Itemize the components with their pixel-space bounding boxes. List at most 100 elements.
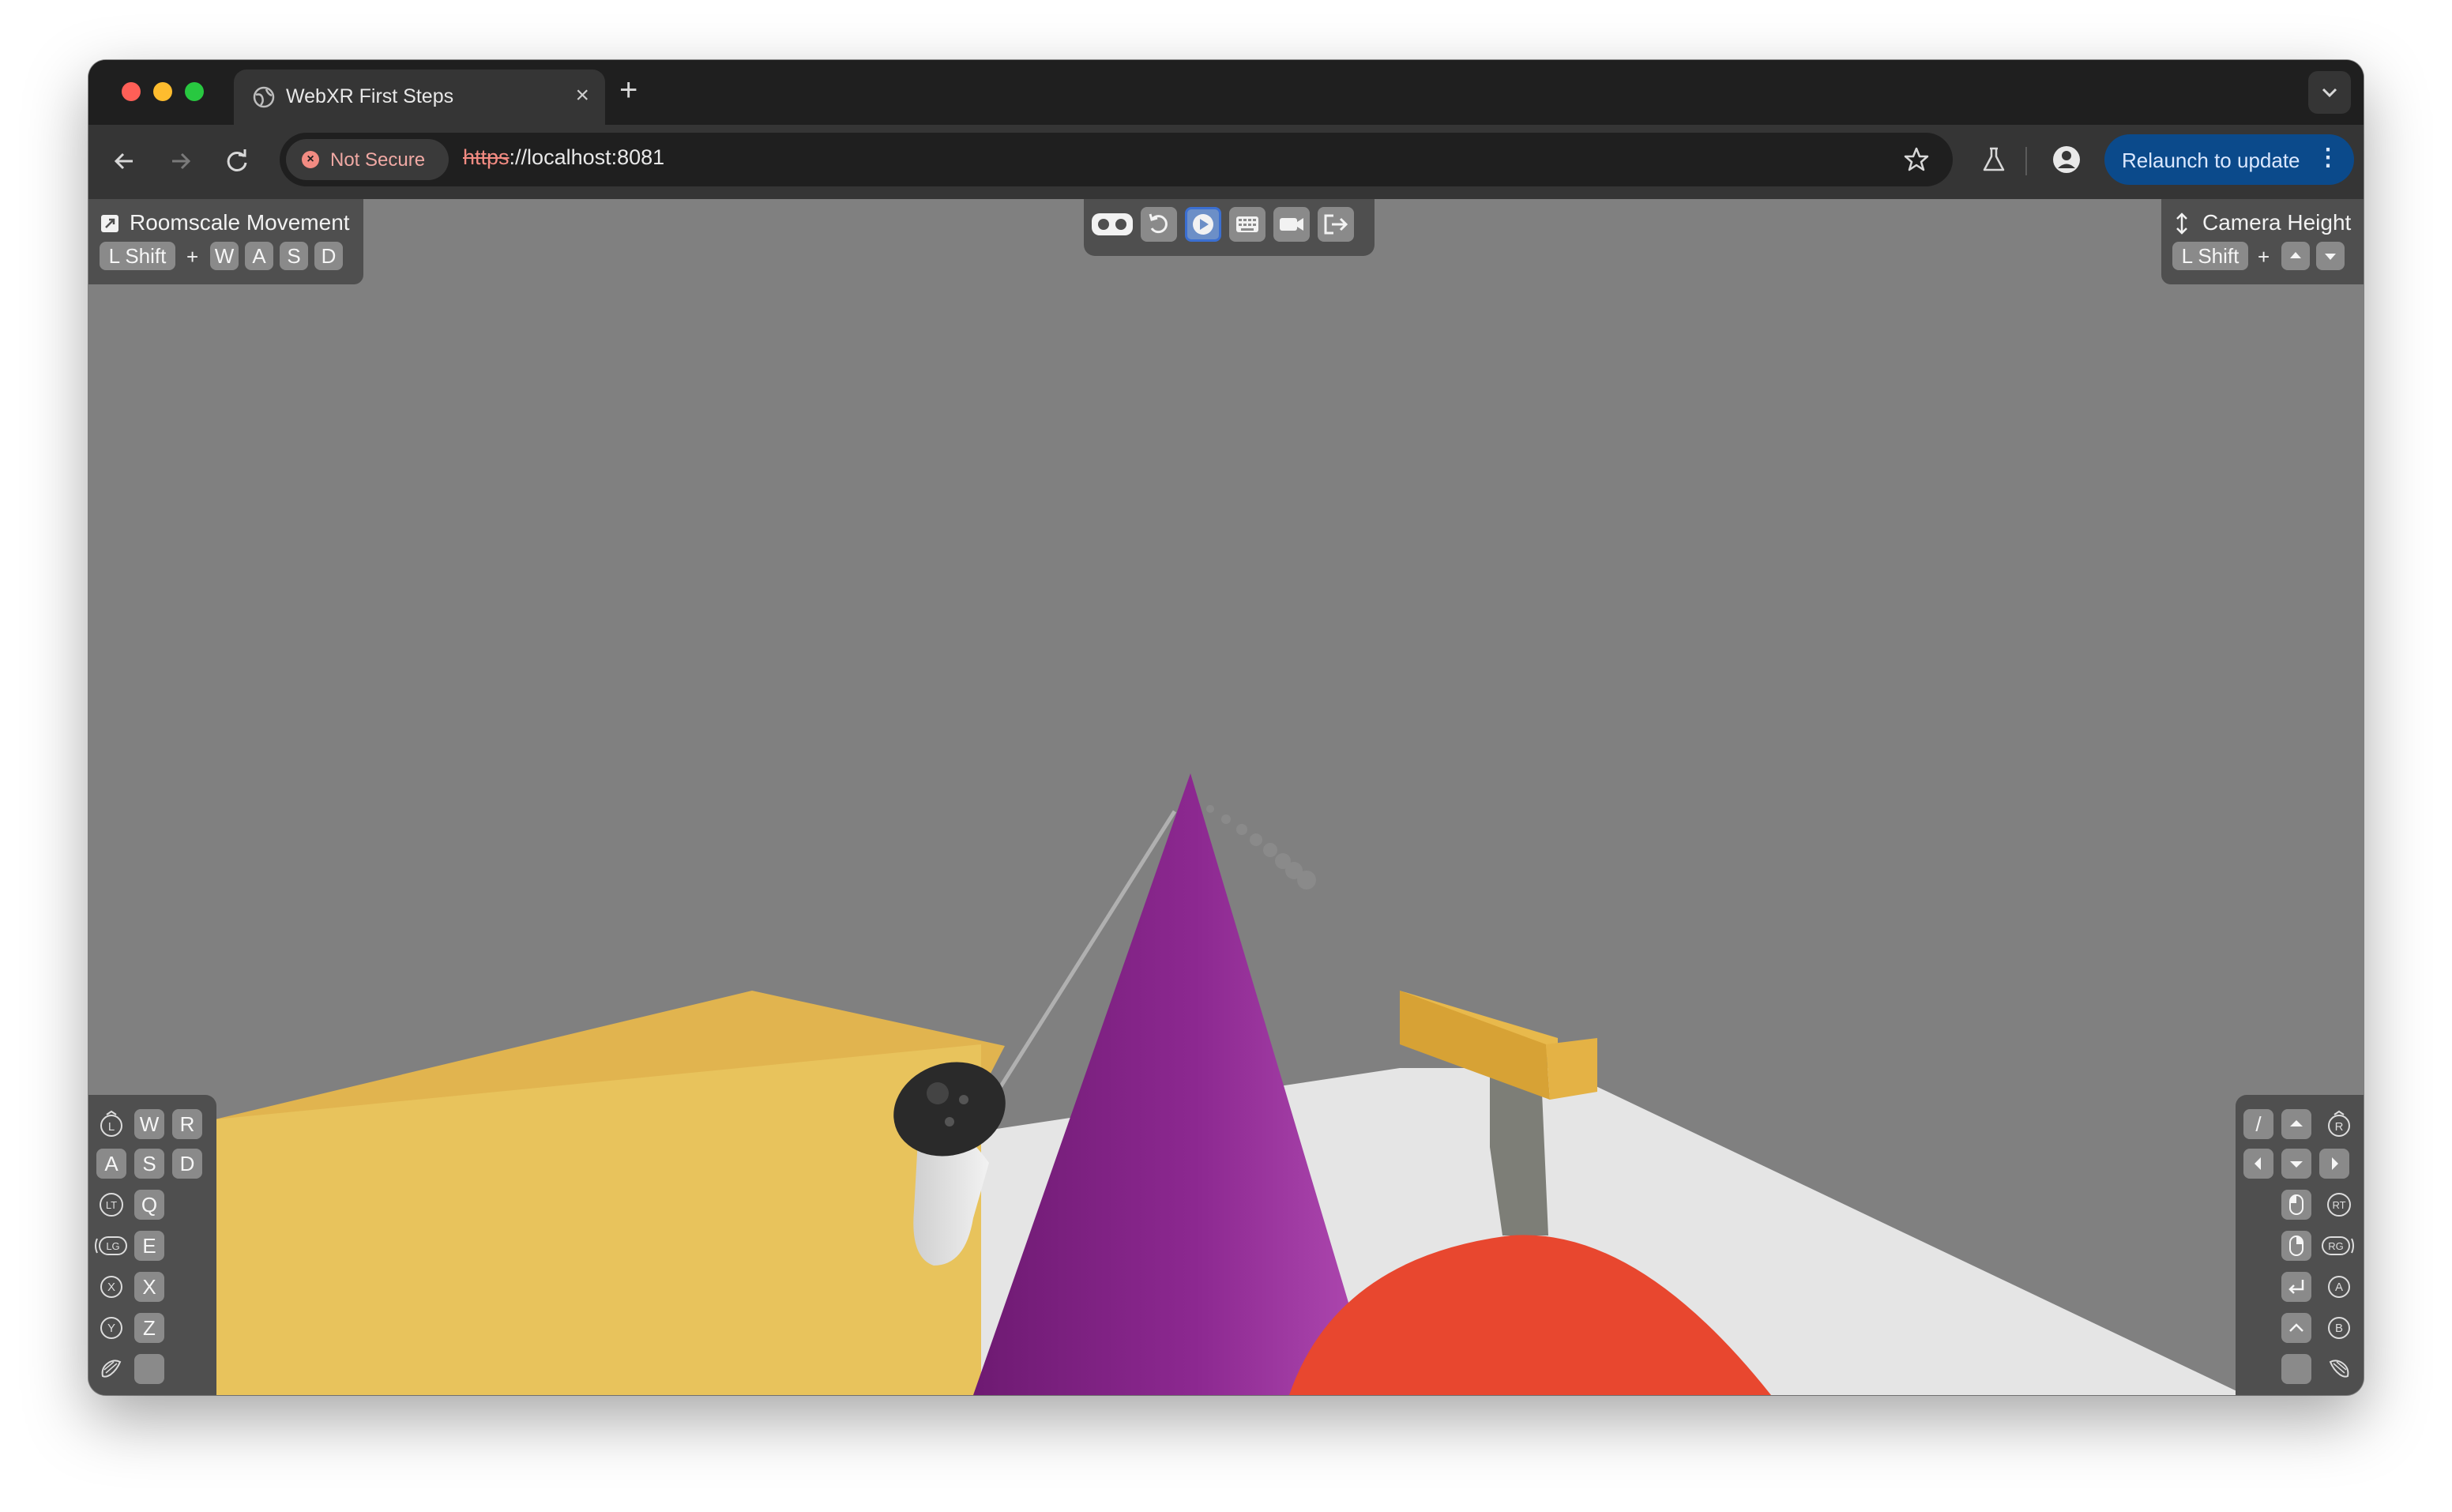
- controller-tracking-icon: [2329, 1360, 2349, 1378]
- reset-icon: [1149, 213, 1168, 234]
- vertical-arrows-icon: [2176, 213, 2187, 235]
- yellow-beam-front: [1546, 1038, 1597, 1100]
- svg-text:RT: RT: [2332, 1199, 2345, 1211]
- arrow-left-key: [2243, 1149, 2273, 1179]
- keyboard-button[interactable]: [1229, 207, 1265, 242]
- globe-icon: [253, 86, 275, 108]
- url-scheme: https: [463, 145, 510, 169]
- svg-text:L: L: [108, 1120, 115, 1134]
- mouse-left-click-icon: [2289, 1194, 2303, 1215]
- scene-canvas: [215, 773, 2245, 1395]
- shift-key: [2281, 1313, 2311, 1343]
- svg-text:R: R: [2335, 1120, 2344, 1134]
- url-text[interactable]: https://localhost:8081: [463, 145, 664, 170]
- arrow-right-key: [2319, 1149, 2349, 1179]
- r-key: R: [172, 1109, 202, 1139]
- svg-text:LT: LT: [106, 1199, 117, 1211]
- relaunch-label: Relaunch to update: [2122, 149, 2300, 172]
- svg-text:LG: LG: [106, 1240, 119, 1252]
- caret-down-icon: [2290, 1161, 2303, 1168]
- svg-text:RG: RG: [2328, 1240, 2344, 1252]
- left-trigger-icon: LT: [100, 1193, 123, 1217]
- right-controller-panel: / R RT RG A B: [2236, 1095, 2364, 1395]
- bead-chain: [1206, 805, 1316, 890]
- right-trigger-icon: RT: [2327, 1193, 2351, 1217]
- minimize-window-button[interactable]: [153, 82, 172, 101]
- a-button-icon: A: [2328, 1276, 2350, 1298]
- back-icon[interactable]: [109, 145, 141, 177]
- right-grip-icon: RG: [2322, 1236, 2354, 1255]
- profile-avatar-icon[interactable]: [2051, 144, 2082, 175]
- w-key: W: [134, 1109, 164, 1139]
- tab-close-button[interactable]: ×: [575, 82, 589, 109]
- caret-left-icon: [2255, 1157, 2261, 1170]
- arrow-down-key: [2281, 1149, 2311, 1179]
- url-host: ://localhost:8081: [509, 145, 665, 169]
- arrow-up-key: [2281, 1109, 2311, 1139]
- roomscale-title: Roomscale Movement: [130, 210, 350, 235]
- labs-flask-icon[interactable]: [1978, 144, 2010, 175]
- blank-key: [134, 1354, 164, 1384]
- a-key: A: [245, 242, 273, 270]
- arrow-up-key: [2281, 242, 2310, 270]
- exit-icon: [1324, 214, 1348, 235]
- s-key: S: [280, 242, 308, 270]
- not-secure-icon: ×: [302, 151, 319, 168]
- right-thumbstick-icon: R: [2328, 1110, 2350, 1137]
- camera-height-panel: Camera Height L Shift +: [2161, 199, 2364, 284]
- svg-text:X: X: [107, 1281, 115, 1294]
- more-menu-icon[interactable]: ⋮: [2316, 144, 2340, 171]
- play-icon: [1193, 214, 1213, 235]
- forward-icon[interactable]: [164, 145, 196, 177]
- tab-search-button[interactable]: [2308, 71, 2351, 114]
- new-tab-button[interactable]: +: [619, 74, 637, 106]
- svg-text:A: A: [2335, 1281, 2343, 1294]
- reload-icon[interactable]: [221, 145, 253, 177]
- svg-text:B: B: [2335, 1322, 2343, 1335]
- zoom-window-button[interactable]: [185, 82, 204, 101]
- relaunch-to-update-button[interactable]: Relaunch to update ⋮: [2104, 134, 2354, 185]
- record-button[interactable]: [1273, 207, 1310, 242]
- tab-strip: WebXR First Steps × +: [88, 60, 2364, 125]
- bookmark-star-icon[interactable]: [1902, 145, 1931, 174]
- tab-title: WebXR First Steps: [286, 85, 454, 107]
- chevron-down-icon: [2322, 88, 2337, 98]
- left-mouse-key: [2281, 1190, 2311, 1220]
- xr-emulator-toolbar: [1084, 199, 1375, 256]
- left-thumbstick-icon: L: [100, 1110, 122, 1137]
- x-button-icon: X: [100, 1276, 122, 1298]
- blank-key: [2281, 1354, 2311, 1384]
- video-camera-icon: [1280, 218, 1303, 231]
- headset-icon[interactable]: [1090, 209, 1134, 240]
- w-key: W: [210, 242, 239, 270]
- reset-pose-button[interactable]: [1141, 207, 1177, 242]
- close-window-button[interactable]: [122, 82, 141, 101]
- d-key: D: [314, 242, 343, 270]
- b-button-icon: B: [2328, 1317, 2350, 1339]
- arrow-down-key: [2316, 242, 2345, 270]
- mouse-right-click-icon: [2289, 1236, 2303, 1256]
- caret-up-icon: [2290, 1120, 2303, 1126]
- caret-down-icon: [2325, 254, 2336, 260]
- roomscale-icon: [101, 215, 118, 232]
- q-key: Q: [134, 1190, 164, 1220]
- x-key: X: [134, 1272, 164, 1302]
- tab-webxr-first-steps[interactable]: WebXR First Steps ×: [234, 70, 605, 125]
- exit-xr-button[interactable]: [1318, 207, 1354, 242]
- caret-up-icon: [2290, 252, 2301, 258]
- controller-tracking-icon: [101, 1360, 122, 1378]
- chevron-up-icon: [2289, 1323, 2303, 1332]
- slash-key: /: [2243, 1109, 2273, 1139]
- plus-sign: +: [186, 245, 199, 269]
- camera-height-title: Camera Height: [2202, 210, 2352, 235]
- play-button[interactable]: [1185, 207, 1221, 242]
- webxr-viewport[interactable]: Roomscale Movement L Shift + W A S D Cam…: [88, 199, 2364, 1395]
- browser-toolbar: × Not Secure https://localhost:8081 Rela…: [88, 125, 2364, 199]
- enter-key: [2281, 1272, 2311, 1302]
- address-bar[interactable]: × Not Secure https://localhost:8081: [280, 133, 1953, 186]
- right-mouse-key: [2281, 1231, 2311, 1261]
- l-shift-key: L Shift: [2172, 242, 2248, 270]
- z-key: Z: [134, 1313, 164, 1343]
- plus-sign: +: [2258, 245, 2270, 269]
- security-chip[interactable]: × Not Secure: [286, 139, 449, 180]
